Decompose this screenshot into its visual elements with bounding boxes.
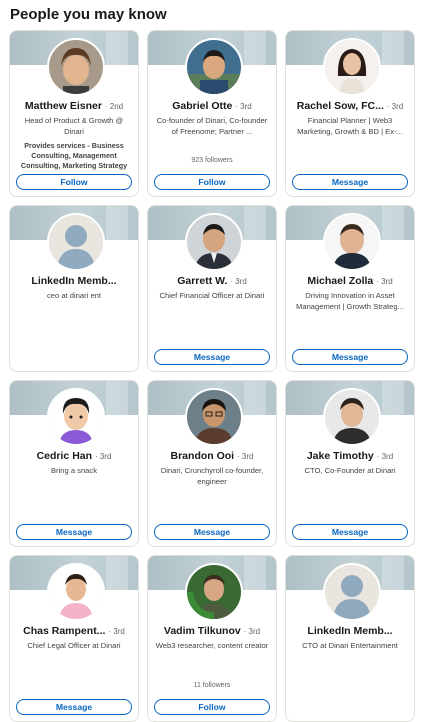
connection-degree: · 3rd xyxy=(386,102,404,111)
name-row: Gabriel Otte · 3rd xyxy=(152,100,272,113)
connection-degree: · 3rd xyxy=(376,452,394,461)
person-headline: Financial Planner | Web3 Marketing, Grow… xyxy=(297,116,403,136)
person-name[interactable]: Brandon Ooi xyxy=(171,450,235,462)
follow-button[interactable]: Follow xyxy=(154,174,270,190)
person-headline: Dinari, Crunchyroll co-founder, engineer xyxy=(160,466,264,486)
person-card[interactable]: Vadim Tilkunov · 3rd Web3 researcher, con… xyxy=(147,555,277,722)
person-headline: Co-founder of Dinari, Co-founder of Free… xyxy=(156,116,268,136)
person-name[interactable]: Chas Rampent... xyxy=(23,625,105,637)
avatar[interactable] xyxy=(323,388,381,446)
name-row: Brandon Ooi · 3rd xyxy=(152,450,272,463)
person-name[interactable]: Matthew Eisner xyxy=(25,100,102,112)
section-heading: People you may know xyxy=(10,6,167,23)
avatar[interactable] xyxy=(185,38,243,96)
name-row: LinkedIn Memb... xyxy=(14,275,134,288)
message-button[interactable]: Message xyxy=(16,699,132,715)
connection-degree: · 3rd xyxy=(243,627,261,636)
connection-degree: · 2nd xyxy=(104,102,124,111)
person-headline: Chief Financial Officer at Dinari xyxy=(159,291,265,300)
services-text: Provides services - Business Consulting,… xyxy=(20,141,128,170)
person-headline: Web3 researcher, content creator xyxy=(155,641,269,650)
message-button[interactable]: Message xyxy=(154,349,270,365)
message-button[interactable]: Message xyxy=(292,174,408,190)
name-row: Rachel Sow, FC... · 3rd xyxy=(290,100,410,113)
person-card[interactable]: LinkedIn Memb... ceo at dinari ent xyxy=(9,205,139,372)
name-row: Jake Timothy · 3rd xyxy=(290,450,410,463)
person-name[interactable]: Michael Zolla xyxy=(307,275,373,287)
follow-button[interactable]: Follow xyxy=(154,699,270,715)
follower-count: 923 followers xyxy=(191,157,233,164)
avatar[interactable] xyxy=(47,563,105,621)
connection-degree: · 3rd xyxy=(94,452,112,461)
message-button[interactable]: Message xyxy=(292,524,408,540)
name-row: Chas Rampent... · 3rd xyxy=(14,625,134,638)
person-name[interactable]: Garrett W. xyxy=(177,275,227,287)
person-card[interactable]: Chas Rampent... · 3rd Chief Legal Officer… xyxy=(9,555,139,722)
avatar[interactable] xyxy=(323,38,381,96)
person-card[interactable]: Michael Zolla · 3rd Driving Innovation in… xyxy=(285,205,415,372)
avatar[interactable] xyxy=(185,213,243,271)
person-headline: CTO, Co-Founder at Dinari xyxy=(304,466,396,475)
placeholder-person-icon[interactable] xyxy=(323,563,381,621)
name-row: LinkedIn Memb... xyxy=(290,625,410,638)
avatar[interactable] xyxy=(47,388,105,446)
people-you-may-know-page: People you may know Matthew Eisner · 2nd… xyxy=(0,0,424,722)
person-card[interactable]: Matthew Eisner · 2nd Head of Product & Gr… xyxy=(9,30,139,197)
connection-degree: · 3rd xyxy=(230,277,247,286)
follower-count: 11 followers xyxy=(193,682,231,689)
person-headline: Head of Product & Growth @ Dinari xyxy=(24,116,124,136)
person-name[interactable]: LinkedIn Memb... xyxy=(307,625,392,637)
person-headline: Bring a snack xyxy=(50,466,97,475)
person-card[interactable]: Jake Timothy · 3rd CTO, Co-Founder at Din… xyxy=(285,380,415,547)
person-name[interactable]: Rachel Sow, FC... xyxy=(297,100,384,112)
name-row: Vadim Tilkunov · 3rd xyxy=(152,625,272,638)
avatar-opentowork[interactable] xyxy=(185,563,243,621)
person-name[interactable]: Gabriel Otte xyxy=(172,100,232,112)
person-headline: CTO at Dinari Entertainment xyxy=(302,641,398,650)
connection-degree: · 3rd xyxy=(237,452,254,461)
person-card[interactable]: Cedric Han · 3rd Bring a snack Message xyxy=(9,380,139,547)
placeholder-person-icon[interactable] xyxy=(47,213,105,271)
person-headline: Chief Legal Officer at Dinari xyxy=(27,641,121,650)
name-row: Michael Zolla · 3rd xyxy=(290,275,410,288)
name-row: Garrett W. · 3rd xyxy=(152,275,272,288)
person-card[interactable]: LinkedIn Memb... CTO at Dinari Entertainm… xyxy=(285,555,415,722)
follow-button[interactable]: Follow xyxy=(16,174,132,190)
avatar[interactable] xyxy=(47,38,105,96)
avatar[interactable] xyxy=(185,388,243,446)
name-row: Matthew Eisner · 2nd xyxy=(14,100,134,113)
message-button[interactable]: Message xyxy=(16,524,132,540)
person-card[interactable]: Garrett W. · 3rd Chief Financial Officer … xyxy=(147,205,277,372)
name-row: Cedric Han · 3rd xyxy=(14,450,134,463)
person-headline: Driving Innovation in Asset Management |… xyxy=(296,291,404,311)
connection-degree: · 3rd xyxy=(235,102,252,111)
person-name[interactable]: LinkedIn Memb... xyxy=(31,275,116,287)
person-name[interactable]: Jake Timothy xyxy=(307,450,374,462)
person-name[interactable]: Vadim Tilkunov xyxy=(164,625,241,637)
person-card[interactable]: Gabriel Otte · 3rd Co-founder of Dinari, … xyxy=(147,30,277,197)
person-card[interactable]: Brandon Ooi · 3rd Dinari, Crunchyroll co-… xyxy=(147,380,277,547)
person-card[interactable]: Rachel Sow, FC... · 3rd Financial Planner… xyxy=(285,30,415,197)
connection-degree: · 3rd xyxy=(376,277,393,286)
person-name[interactable]: Cedric Han xyxy=(37,450,92,462)
message-button[interactable]: Message xyxy=(292,349,408,365)
person-headline: ceo at dinari ent xyxy=(46,291,102,300)
message-button[interactable]: Message xyxy=(154,524,270,540)
connection-degree: · 3rd xyxy=(108,627,125,636)
avatar[interactable] xyxy=(323,213,381,271)
people-grid: Matthew Eisner · 2nd Head of Product & Gr… xyxy=(9,30,415,722)
